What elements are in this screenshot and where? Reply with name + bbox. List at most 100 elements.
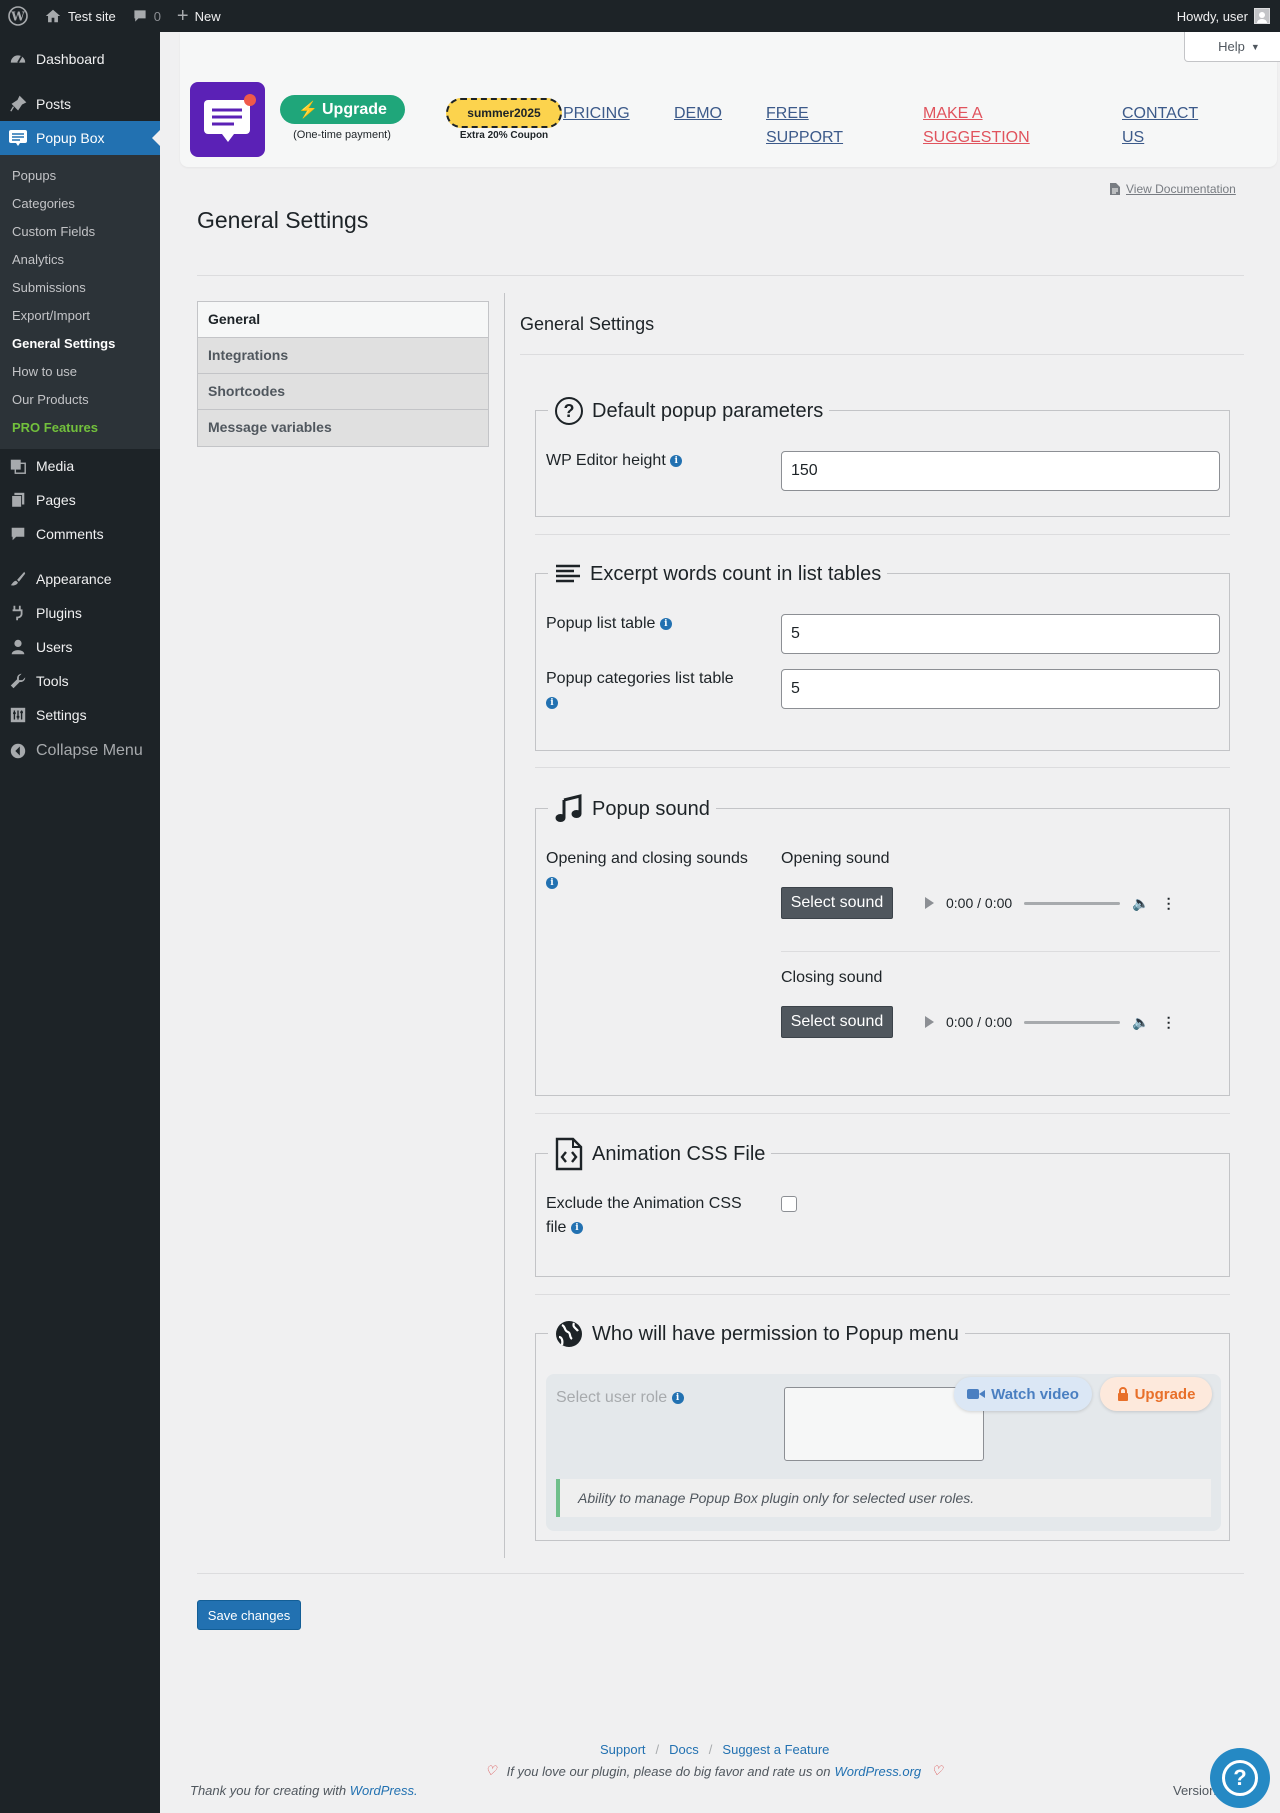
menu-comments[interactable]: Comments (0, 517, 160, 551)
select-closing-sound-button[interactable]: Select sound (781, 1006, 893, 1038)
info-icon[interactable]: i (659, 617, 672, 630)
info-icon[interactable]: i (546, 696, 558, 709)
audio-progress-bar[interactable] (1024, 901, 1121, 905)
view-documentation-link[interactable]: View Documentation (1110, 182, 1236, 196)
upgrade-label: Upgrade (322, 100, 387, 118)
popup-icon (8, 128, 28, 148)
menu-popup-box[interactable]: Popup Box (0, 121, 160, 155)
heart-icon: ♡ (485, 1763, 497, 1778)
popup-box-logo (190, 82, 265, 157)
info-icon[interactable]: i (670, 454, 683, 467)
submenu-submissions[interactable]: Submissions (0, 274, 160, 302)
menu-users[interactable]: Users (0, 630, 160, 664)
closing-audio-player: 0:00 / 0:00 🔈 ⋮ (911, 1002, 1211, 1042)
nav-text: FREE (766, 105, 809, 122)
wordpress-org-link[interactable]: WordPress.org (834, 1764, 921, 1779)
tab-message-variables[interactable]: Message variables (198, 410, 488, 446)
help-tab-button[interactable]: Help ▼ (1184, 32, 1280, 62)
submenu-export-import[interactable]: Export/Import (0, 302, 160, 330)
permission-fieldset: Who will have permission to Popup menu S… (535, 1316, 1230, 1541)
play-icon[interactable] (925, 897, 934, 909)
divider (781, 951, 1220, 952)
nav-free-support-link[interactable]: FREE SUPPORT (766, 102, 866, 150)
fieldset-legend: Excerpt words count in list tables (548, 556, 888, 592)
site-name-link[interactable]: Test site (36, 0, 124, 32)
submenu-how-to-use[interactable]: How to use (0, 358, 160, 386)
select-user-role-label: Select user role i (556, 1386, 684, 1410)
heart-icon: ♡ (931, 1763, 943, 1778)
footer-suggest-link[interactable]: Suggest a Feature (722, 1742, 829, 1757)
comments-link[interactable]: 0 (124, 0, 169, 32)
collapse-label: Collapse Menu (36, 742, 143, 759)
wordpress-logo-icon[interactable]: W (0, 0, 36, 32)
new-label: New (194, 8, 221, 24)
view-documentation-label: View Documentation (1126, 182, 1236, 196)
menu-settings[interactable]: Settings (0, 698, 160, 732)
menu-posts[interactable]: Posts (0, 87, 160, 121)
opening-audio-player: 0:00 / 0:00 🔈 ⋮ (911, 883, 1211, 923)
account-menu[interactable]: Howdy, user (1169, 0, 1280, 32)
lock-icon (1117, 1387, 1128, 1401)
pin-icon (8, 94, 28, 114)
nav-demo-link[interactable]: DEMO (674, 102, 722, 126)
play-icon[interactable] (925, 1016, 934, 1028)
submenu-categories[interactable]: Categories (0, 190, 160, 218)
help-chat-button[interactable]: ? (1210, 1748, 1270, 1808)
submenu-general-settings[interactable]: General Settings (0, 330, 160, 358)
menu-media[interactable]: Media (0, 449, 160, 483)
popup-categories-list-input[interactable]: 5 (781, 669, 1220, 709)
more-options-icon[interactable]: ⋮ (1162, 1014, 1176, 1031)
footer-support-link[interactable]: Support (600, 1742, 646, 1757)
save-changes-button[interactable]: Save changes (197, 1600, 301, 1630)
popup-list-table-input[interactable]: 5 (781, 614, 1220, 654)
menu-pages[interactable]: Pages (0, 483, 160, 517)
menu-appearance[interactable]: Appearance (0, 562, 160, 596)
menu-plugins[interactable]: Plugins (0, 596, 160, 630)
divider (535, 534, 1230, 535)
watch-video-button[interactable]: Watch video (954, 1377, 1092, 1411)
nav-contact-link[interactable]: CONTACT US (1122, 102, 1222, 150)
new-content-link[interactable]: + New (169, 0, 229, 32)
tab-general[interactable]: General (198, 302, 488, 338)
submenu-our-products[interactable]: Our Products (0, 386, 160, 414)
excerpt-words-fieldset: Excerpt words count in list tables Popup… (535, 556, 1230, 751)
legend-text: Who will have permission to Popup menu (592, 1322, 959, 1345)
separator: / (708, 1742, 713, 1757)
label-text: Select user role (556, 1389, 668, 1406)
lightning-icon: ⚡ (298, 101, 318, 119)
info-icon[interactable]: i (671, 1391, 684, 1404)
wordpress-link[interactable]: WordPress. (350, 1783, 418, 1798)
help-label: Help (1218, 39, 1245, 54)
tab-integrations[interactable]: Integrations (198, 338, 488, 374)
settings-tabs: General Integrations Shortcodes Message … (197, 301, 489, 447)
more-options-icon[interactable]: ⋮ (1162, 895, 1176, 912)
nav-pricing-link[interactable]: PRICING (563, 102, 630, 126)
menu-label: Plugins (36, 605, 82, 621)
menu-dashboard[interactable]: Dashboard (0, 42, 160, 76)
select-opening-sound-button[interactable]: Select sound (781, 887, 893, 919)
tab-shortcodes[interactable]: Shortcodes (198, 374, 488, 410)
upgrade-button[interactable]: ⚡ Upgrade (280, 95, 405, 124)
volume-icon[interactable]: 🔈 (1132, 1014, 1149, 1031)
menu-tools[interactable]: Tools (0, 664, 160, 698)
wp-editor-height-input[interactable]: 150 (781, 451, 1220, 491)
comments-count: 0 (153, 8, 161, 24)
nav-suggestion-link[interactable]: MAKE A SUGGESTION (923, 102, 1063, 150)
audio-progress-bar[interactable] (1024, 1020, 1121, 1024)
submenu-popups[interactable]: Popups (0, 162, 160, 190)
exclude-animation-checkbox[interactable] (781, 1196, 797, 1212)
submenu-custom-fields[interactable]: Custom Fields (0, 218, 160, 246)
collapse-menu-button[interactable]: Collapse Menu (0, 734, 160, 768)
pro-upgrade-button[interactable]: Upgrade (1100, 1377, 1212, 1411)
popup-categories-list-label: Popup categories list table i (546, 667, 756, 715)
caret-down-icon: ▼ (1250, 41, 1260, 52)
info-icon[interactable]: i (570, 1221, 583, 1234)
submenu-analytics[interactable]: Analytics (0, 246, 160, 274)
coupon-badge[interactable]: summer2025 (446, 98, 562, 128)
footer-docs-link[interactable]: Docs (669, 1742, 699, 1757)
volume-icon[interactable]: 🔈 (1132, 895, 1149, 912)
submenu-pro-features[interactable]: PRO Features (0, 414, 160, 442)
admin-bar: W Test site 0 + New Howdy, user (0, 0, 1280, 32)
info-icon[interactable]: i (546, 876, 558, 889)
menu-label: Dashboard (36, 51, 105, 67)
